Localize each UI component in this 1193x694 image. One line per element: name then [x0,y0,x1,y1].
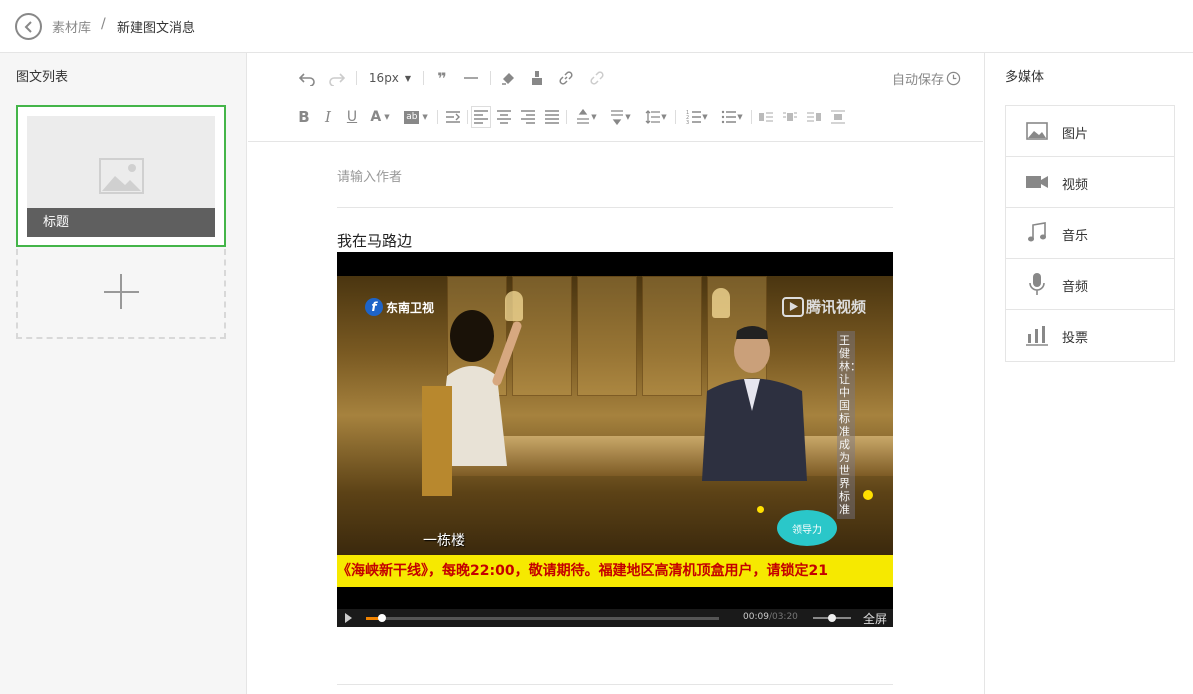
play-icon[interactable] [345,613,352,623]
link-icon[interactable] [555,69,577,87]
decorative-dot [757,506,764,513]
music-icon [1028,222,1046,242]
platform-logo: 腾讯视频 [782,296,866,317]
caret-down-icon: ▼ [404,73,412,83]
format-brush-icon[interactable] [527,69,547,87]
volume-slider[interactable] [813,614,851,622]
background-color-icon[interactable]: ab ▼ [401,108,431,126]
breadcrumb-current: 新建图文消息 [117,21,196,36]
align-right-icon[interactable] [518,108,538,126]
image-placeholder-icon [99,158,144,194]
chevron-left-icon [24,20,32,33]
media-item-audio[interactable]: 音频 [1006,259,1174,310]
progress-handle[interactable] [378,614,386,622]
align-left-icon[interactable] [471,106,491,128]
media-item-label: 音乐 [1062,229,1089,244]
multimedia-panel: 多媒体 图片 视频 音乐 音频 投票 [984,53,1193,694]
editor-content: 我在马路边 f东南卫视 [248,142,983,694]
align-center-icon[interactable] [494,108,514,126]
volume-handle[interactable] [828,614,836,622]
font-color-icon[interactable]: A ▼ [367,108,393,126]
redo-icon[interactable] [326,69,348,87]
horizontal-rule-icon[interactable] [460,69,482,87]
media-item-label: 投票 [1062,331,1089,346]
show-logo: 领导力 [777,510,837,546]
article-list-title: 图文列表 [16,70,69,85]
back-button[interactable] [15,13,42,40]
svg-text:3: 3 [686,120,689,125]
breadcrumb-parent[interactable]: 素材库 [52,17,91,36]
microphone-icon [1029,273,1045,295]
undo-icon[interactable] [296,69,318,87]
add-article-button[interactable] [16,249,226,339]
article-list-panel: 图文列表 标题 [0,53,247,694]
font-size-select[interactable]: 16px ▼ [365,68,415,88]
breadcrumb-separator: / [101,16,106,32]
article-card[interactable]: 标题 [16,105,226,247]
clock-icon [946,71,961,86]
poll-icon [1026,326,1048,346]
current-time: 00:09 [743,612,769,622]
eraser-icon[interactable] [498,69,518,87]
bold-icon[interactable]: B [296,108,312,126]
body-paragraph[interactable]: 我在马路边 [337,230,412,251]
media-item-poll[interactable]: 投票 [1006,310,1174,361]
time-display: 00:09/03:20 [743,612,798,622]
italic-icon[interactable]: I [320,108,336,126]
blockquote-icon[interactable]: ❞ [432,69,452,88]
decorative-dot [863,490,873,500]
video-player[interactable]: f 东南卫视 腾讯视频 王健林：让中国标准成为世界标准 一栋楼 领导力 《海峡新干… [337,252,893,627]
article-title: 标题 [27,208,215,237]
video-icon [1026,176,1048,188]
media-item-label: 音频 [1062,280,1089,295]
video-frame: f 东南卫视 腾讯视频 王健林：让中国标准成为世界标准 一栋楼 领导力 《海峡新干… [337,276,893,587]
unlink-icon[interactable] [586,69,608,87]
woman-figure [422,310,522,496]
side-caption: 王健林：让中国标准成为世界标准 [837,331,861,519]
unordered-list-icon[interactable]: ▼ [717,108,747,126]
autosave-toggle[interactable]: 自动保存 [892,69,961,88]
font-size-value: 16px [368,71,399,85]
media-item-video[interactable]: 视频 [1006,157,1174,208]
media-item-label: 视频 [1062,178,1089,193]
multimedia-title: 多媒体 [1005,70,1045,85]
align-justify-icon[interactable] [542,108,562,126]
man-figure [702,326,807,481]
line-height-icon[interactable]: ▼ [641,108,671,126]
media-list: 图片 视频 音乐 音频 投票 [1005,105,1175,362]
image-icon [1026,122,1048,140]
divider [337,684,893,685]
image-float-right-icon[interactable] [805,108,823,126]
underline-icon[interactable]: U [344,108,360,126]
author-input[interactable] [337,162,893,208]
duration: /03:20 [768,612,798,622]
paragraph-spacing-bottom-icon[interactable]: ▼ [605,108,635,126]
top-bar: 素材库 / 新建图文消息 [0,0,1193,53]
image-center-icon[interactable] [829,108,847,126]
progress-bar[interactable] [366,614,719,622]
image-inline-icon[interactable] [781,108,799,126]
ordered-list-icon[interactable]: 1 2 3 ▼ [681,108,713,126]
fullscreen-button[interactable]: 全屏 [863,610,887,627]
indent-icon[interactable] [443,108,463,126]
media-item-music[interactable]: 音乐 [1006,208,1174,259]
image-float-left-icon[interactable] [757,108,775,126]
plus-icon-vertical [120,274,122,309]
media-item-image[interactable]: 图片 [1006,106,1174,157]
autosave-label: 自动保存 [892,73,945,88]
editor-toolbar: 16px ▼ ❞ 自动保存 B I U A ▼ ab ▼ ▼ ▼ ▼ 1 2 3… [248,53,983,142]
video-controls: 00:09/03:20 全屏 [337,609,893,627]
channel-logo: f 东南卫视 [365,298,434,316]
video-subtitle: 一栋楼 [423,533,465,549]
news-ticker: 《海峡新干线》，每晚22:00，敬请期待。福建地区高清机顶盒用户，请锁定21 [337,555,893,587]
media-item-label: 图片 [1062,127,1089,142]
paragraph-spacing-top-icon[interactable]: ▼ [571,108,601,126]
